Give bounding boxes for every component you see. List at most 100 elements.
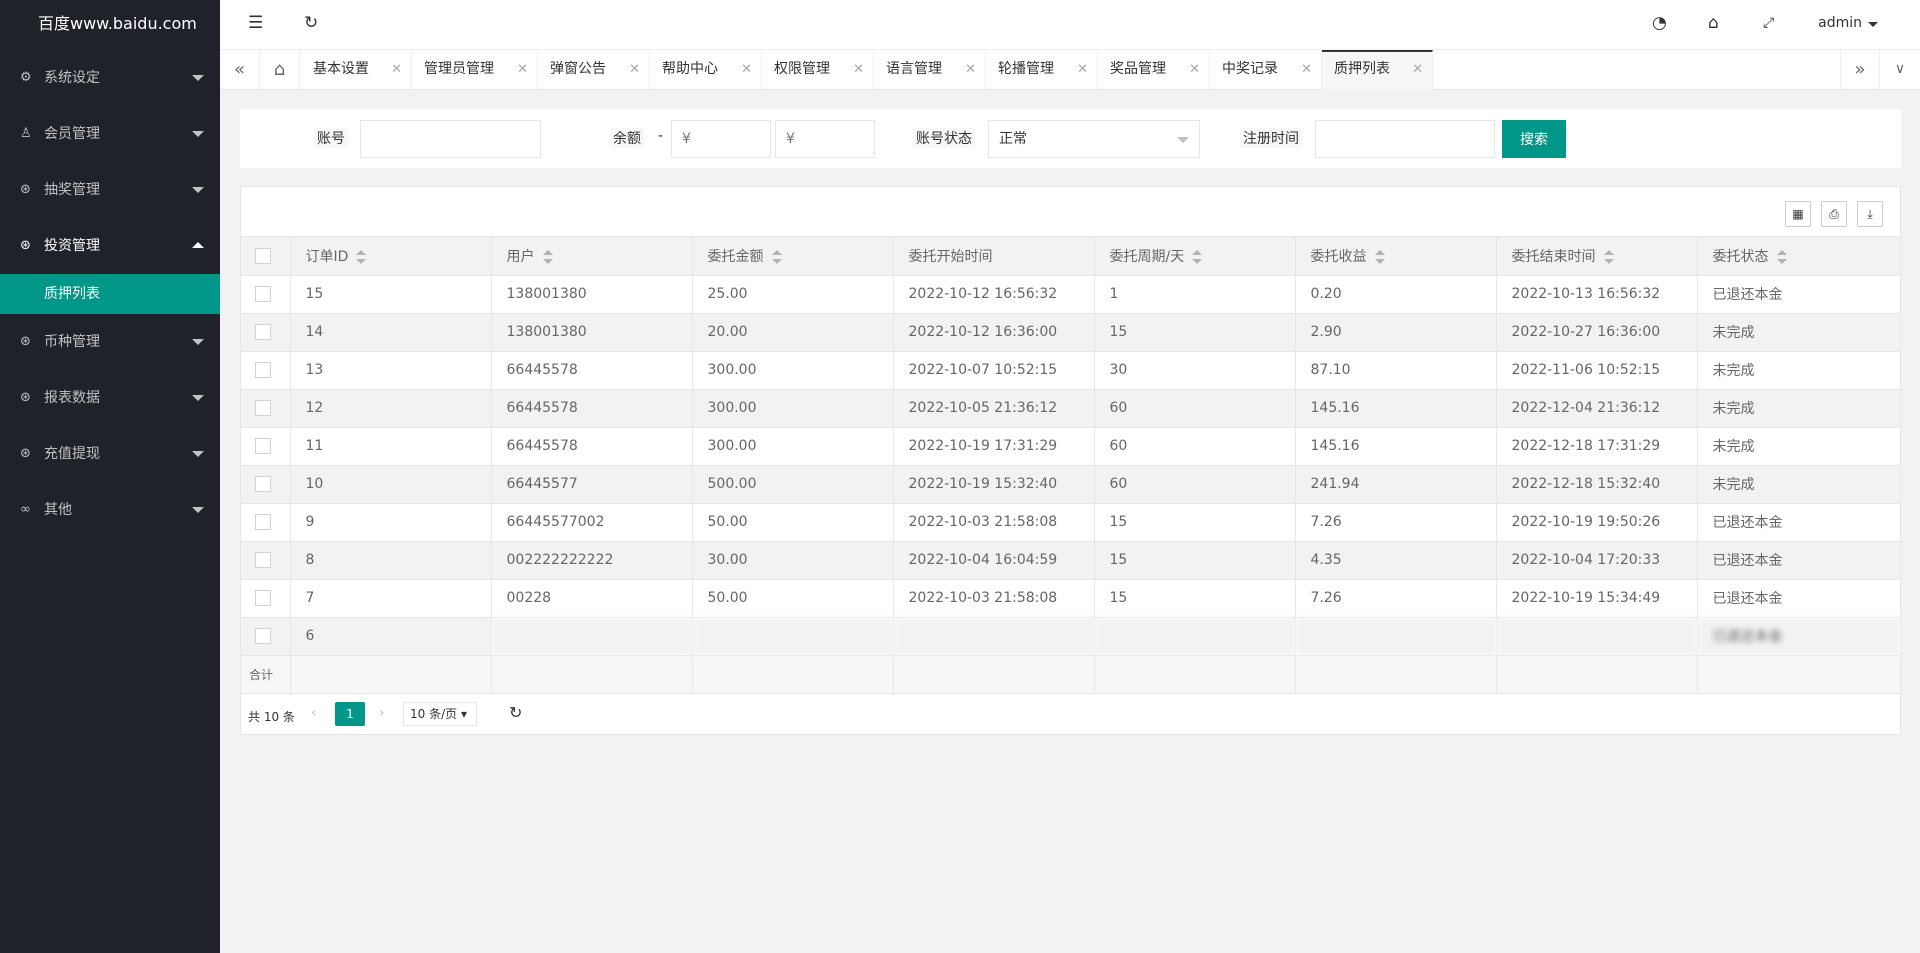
balance-min-input[interactable] [671,120,771,158]
page-number[interactable]: 1 [335,702,365,726]
row-checkbox[interactable] [255,552,271,568]
close-icon[interactable]: ✕ [1301,50,1312,89]
close-icon[interactable]: ✕ [1412,50,1423,89]
tab-basic-settings[interactable]: 基本设置 ✕ [301,50,412,90]
row-select-cell [241,427,291,466]
tab-popup-notice[interactable]: 弹窗公告 ✕ [538,50,650,90]
column-header[interactable]: 委托状态 [1697,237,1900,276]
sidebar-item-lottery[interactable]: ⊛ 抽奖管理 [0,162,220,218]
row-checkbox[interactable] [255,476,271,492]
theme-icon[interactable]: ◔ [1652,13,1667,33]
select-all-checkbox[interactable] [255,247,271,264]
table-row[interactable]: 6 已退还本金 [241,617,1900,656]
row-checkbox[interactable] [255,514,271,530]
table-row[interactable]: 9 66445577002 50.00 2022-10-03 21:58:08 15 7.… [241,503,1900,542]
tab-admin-management[interactable]: 管理员管理 ✕ [412,50,538,90]
sidebar-item-currency[interactable]: ⊛ 币种管理 [0,314,220,370]
tab-winning-records[interactable]: 中奖记录 ✕ [1210,50,1322,90]
close-icon[interactable]: ✕ [853,50,864,89]
close-icon[interactable]: ✕ [1189,50,1200,89]
app-logo[interactable]: 百度www.baidu.com [0,0,220,50]
close-icon[interactable]: ✕ [965,50,976,89]
export-icon[interactable]: ⤓ [1857,201,1883,227]
data-table: 订单ID 用户 委托金额 委托开始时间 委托周期/天 委托收益 委托结束时间 委… [241,237,1900,694]
tab-carousel[interactable]: 轮播管理 ✕ [986,50,1098,90]
table-cell: 00228 [491,579,693,618]
sidebar-item-investment[interactable]: ⊛ 投资管理 [0,218,220,274]
column-header[interactable]: 委托金额 [692,237,894,276]
table-row[interactable]: 13 66445578 300.00 2022-10-07 10:52:15 30 87.… [241,351,1900,390]
tab-help-center[interactable]: 帮助中心 ✕ [650,50,762,90]
table-row[interactable]: 11 66445578 300.00 2022-10-19 17:31:29 60 145… [241,427,1900,466]
tab-language[interactable]: 语言管理 ✕ [874,50,986,90]
table-cell: 60 [1094,427,1296,466]
tab-prizes[interactable]: 奖品管理 ✕ [1098,50,1210,90]
table-cell: 138001380 [491,313,693,352]
column-header[interactable]: 委托收益 [1295,237,1497,276]
top-header: ☰ ↻ ◔ ⌂ ⤢ admin [220,0,1920,50]
sort-icon[interactable] [771,249,782,264]
column-header[interactable]: 委托结束时间 [1496,237,1698,276]
sort-icon[interactable] [1776,249,1787,264]
sort-icon[interactable] [1374,249,1385,264]
row-checkbox[interactable] [255,400,271,416]
row-checkbox[interactable] [255,324,271,340]
balance-max-input[interactable] [775,120,875,158]
table-panel: ▦ ⎙ ⤓ 订单ID 用户 委托金额 委托开始时间 委托周期/天 委托收益 委托… [240,186,1901,735]
tabs-dropdown-icon[interactable]: ∨ [1880,50,1920,90]
column-header[interactable]: 订单ID [290,237,492,276]
close-icon[interactable]: ✕ [391,50,402,89]
total-cell [1496,655,1698,694]
refresh-icon[interactable]: ↻ [304,13,318,33]
sidebar-item-other[interactable]: ∞ 其他 [0,482,220,538]
page-size-select[interactable]: 10 条/页 ▾ [403,702,477,726]
sort-icon[interactable] [356,249,367,264]
home-icon[interactable]: ⌂ [260,50,300,90]
tab-permissions[interactable]: 权限管理 ✕ [762,50,874,90]
tabs-scroll-right-icon[interactable]: » [1840,50,1880,90]
regtime-input[interactable] [1315,120,1495,158]
table-row[interactable]: 8 002222222222 30.00 2022-10-04 16:04:59 15 4… [241,541,1900,580]
table-row[interactable]: 12 66445578 300.00 2022-10-05 21:36:12 60 145… [241,389,1900,428]
tabs-scroll-left-icon[interactable]: « [220,50,260,90]
fullscreen-icon[interactable]: ⤢ [1763,15,1774,31]
search-button[interactable]: 搜索 [1502,120,1566,158]
close-icon[interactable]: ✕ [629,50,640,89]
row-checkbox[interactable] [255,438,271,454]
row-checkbox[interactable] [255,286,271,302]
column-header[interactable]: 用户 [491,237,693,276]
columns-filter-icon[interactable]: ▦ [1785,201,1811,227]
row-checkbox[interactable] [255,362,271,378]
column-header[interactable]: 委托周期/天 [1094,237,1296,276]
refresh-icon[interactable]: ↻ [509,703,522,722]
column-header: 委托开始时间 [893,237,1095,276]
row-checkbox[interactable] [255,628,271,644]
sidebar-item-deposit-withdraw[interactable]: ⊛ 充值提现 [0,426,220,482]
close-icon[interactable]: ✕ [517,50,528,89]
close-icon[interactable]: ✕ [1077,50,1088,89]
sort-icon[interactable] [1603,249,1614,264]
gear-icon: ⚙ [20,70,32,85]
account-input[interactable] [360,120,541,158]
menu-collapse-icon[interactable]: ☰ [248,13,263,33]
sort-icon[interactable] [1192,249,1203,264]
account-status-select[interactable]: 正常 [988,120,1200,158]
prev-page-icon[interactable]: ‹ [311,705,317,721]
print-icon[interactable]: ⎙ [1821,201,1847,227]
table-cell: 9 [290,503,492,542]
next-page-icon[interactable]: › [379,705,385,721]
row-checkbox[interactable] [255,590,271,606]
close-icon[interactable]: ✕ [741,50,752,89]
table-row[interactable]: 15 138001380 25.00 2022-10-12 16:56:32 1 0.20… [241,275,1900,314]
sidebar-item-reports[interactable]: ⊛ 报表数据 [0,370,220,426]
tag-icon[interactable]: ⌂ [1708,13,1719,33]
sidebar-item-system[interactable]: ⚙ 系统设定 [0,50,220,106]
table-row[interactable]: 10 66445577 500.00 2022-10-19 15:32:40 60 241… [241,465,1900,504]
table-row[interactable]: 7 00228 50.00 2022-10-03 21:58:08 15 7.26 2022… [241,579,1900,618]
sort-icon[interactable] [542,249,553,264]
sidebar-item-members[interactable]: ♙ 会员管理 [0,106,220,162]
tab-pledge-list[interactable]: 质押列表 ✕ [1322,50,1433,90]
user-menu[interactable]: admin [1818,15,1862,31]
table-row[interactable]: 14 138001380 20.00 2022-10-12 16:36:00 15 2.9… [241,313,1900,352]
sidebar-subitem-pledge-list[interactable]: 质押列表 [0,274,220,314]
